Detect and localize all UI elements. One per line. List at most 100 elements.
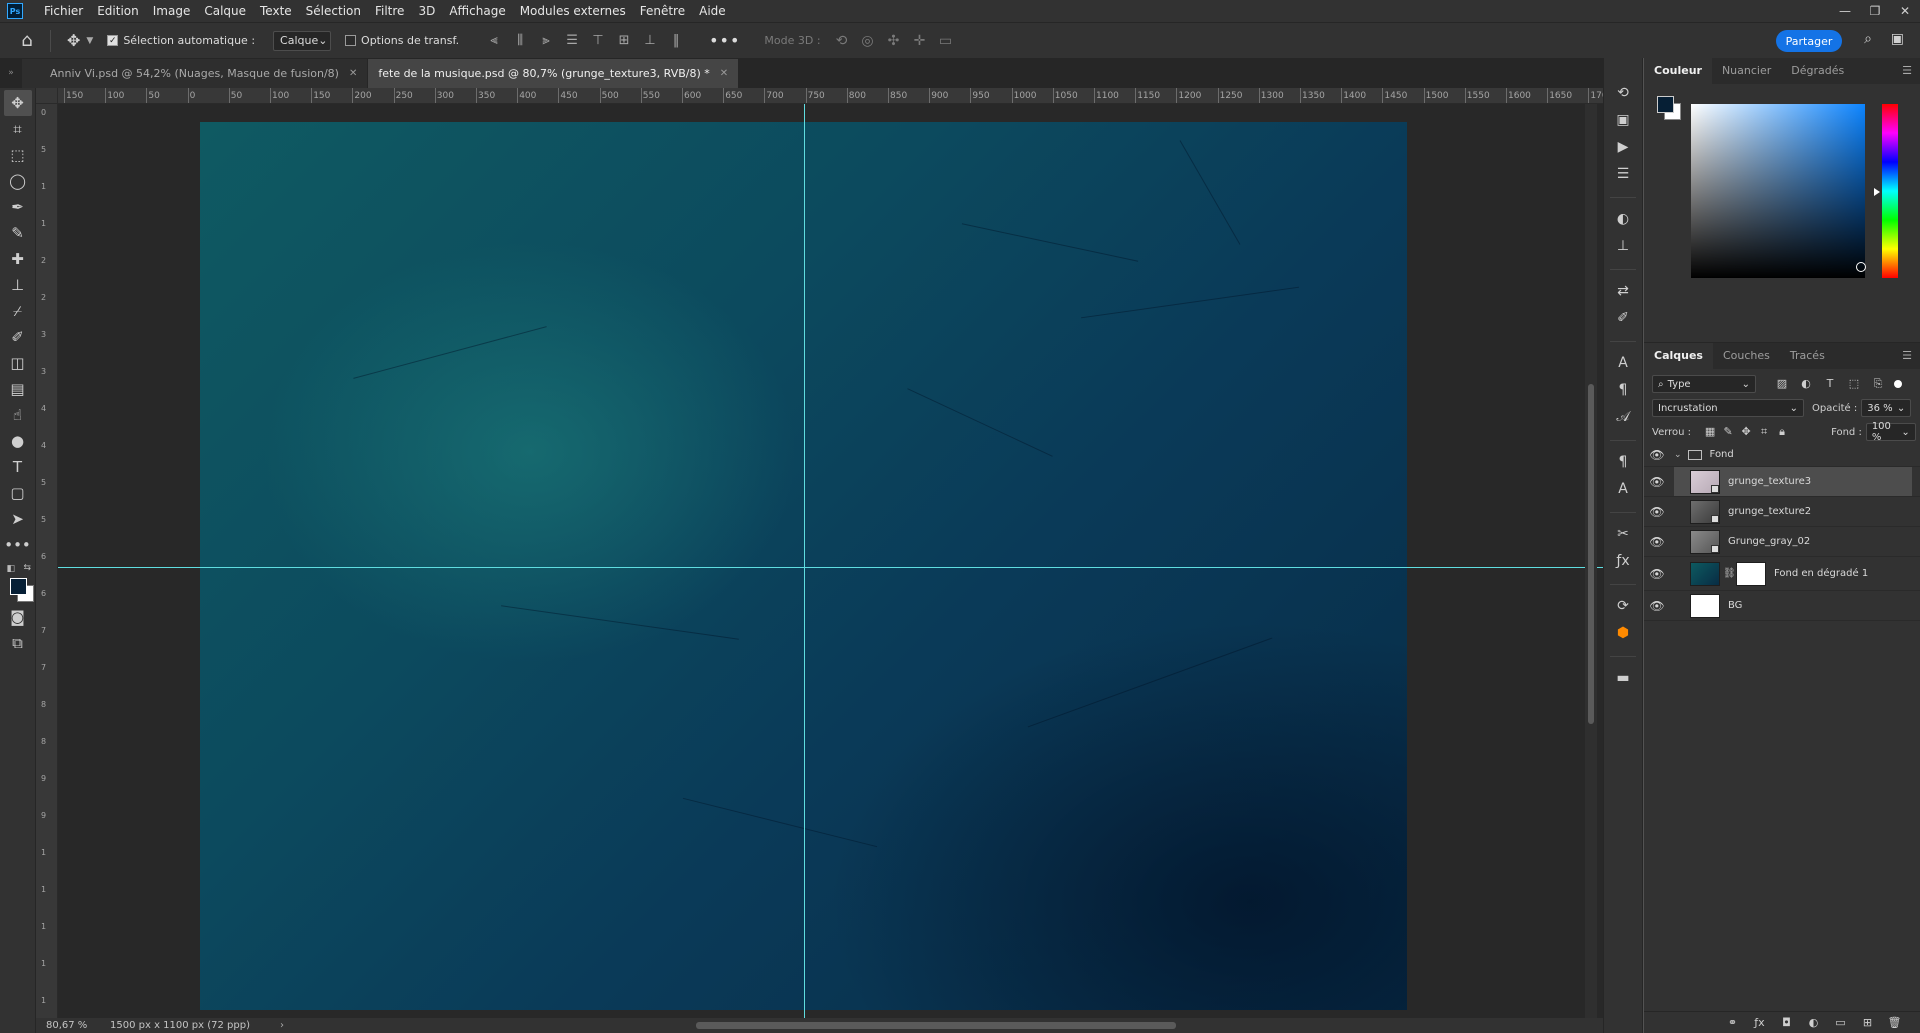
status-menu-arrow[interactable]: ›: [280, 1020, 284, 1031]
align-center-h-icon[interactable]: ⫼: [509, 30, 531, 52]
color-picker-marker[interactable]: [1856, 262, 1866, 272]
minimize-icon[interactable]: —: [1830, 0, 1860, 22]
layer-mask-thumbnail[interactable]: [1736, 561, 1766, 586]
quick-selection-tool-icon[interactable]: ✎: [4, 220, 32, 246]
tools-scissors-icon[interactable]: ✂: [1609, 521, 1637, 547]
new-group-icon[interactable]: ▭: [1827, 1016, 1854, 1029]
layer-thumbnail[interactable]: [1690, 529, 1720, 554]
menu-3d[interactable]: 3D: [411, 0, 442, 22]
adjustments-sliders-icon[interactable]: ☰: [1609, 161, 1637, 187]
filter-pixel-icon[interactable]: ▨: [1770, 377, 1794, 391]
layer-row-body[interactable]: Grunge_gray_02: [1674, 527, 1912, 556]
horizontal-scrollbar-thumb[interactable]: [696, 1022, 1176, 1029]
scrollbar-thumb[interactable]: [1588, 384, 1594, 724]
swap-colors-icon[interactable]: ⇆: [24, 563, 32, 573]
path-selection-tool-icon[interactable]: ➤: [4, 506, 32, 532]
move-tool-icon[interactable]: ✥: [67, 31, 80, 50]
eye-icon[interactable]: 👁︎: [1644, 599, 1670, 613]
foreground-color[interactable]: [1657, 96, 1674, 113]
adjustment-layer-icon[interactable]: ◐: [1800, 1016, 1827, 1029]
lock-all-icon[interactable]: 🔒︎: [1773, 425, 1791, 439]
menu-fenetre[interactable]: Fenêtre: [633, 0, 692, 22]
quick-mask-icon[interactable]: ◙: [4, 604, 32, 630]
gradient-tool-icon[interactable]: ▤: [4, 376, 32, 402]
history-icon[interactable]: ⟲: [1609, 80, 1637, 106]
layer-row-body[interactable]: grunge_texture3: [1674, 467, 1912, 496]
color-wheel-icon[interactable]: ◐: [1609, 206, 1637, 232]
layer-bg[interactable]: 👁︎ BG: [1644, 591, 1920, 621]
blend-mode-dropdown[interactable]: Incrustation ⌄: [1652, 399, 1804, 417]
eye-icon[interactable]: 👁︎: [1644, 567, 1670, 581]
fx-icon[interactable]: ƒx: [1609, 548, 1637, 574]
orbit-3d-icon[interactable]: ⟲: [829, 33, 855, 49]
checkbox-unchecked-icon[interactable]: [345, 35, 357, 46]
lasso-tool-icon[interactable]: ◯: [4, 168, 32, 194]
screen-mode-icon[interactable]: ⧉: [4, 630, 32, 656]
align-middle-v-icon[interactable]: ⊞: [613, 30, 635, 52]
tab-traces[interactable]: Tracés: [1780, 343, 1835, 369]
fill-input[interactable]: 100 % ⌄: [1865, 421, 1916, 443]
link-icon[interactable]: ⛓︎: [1723, 568, 1736, 579]
default-colors-icon[interactable]: ◧: [7, 564, 16, 574]
libraries-icon[interactable]: ▣: [1609, 107, 1637, 133]
link-layers-icon[interactable]: ⚭: [1719, 1016, 1746, 1029]
plugin-cube-icon[interactable]: ⬢: [1609, 620, 1637, 646]
filter-shape-icon[interactable]: ⬚: [1842, 377, 1866, 391]
layer-row-body[interactable]: grunge_texture2: [1674, 497, 1912, 526]
brush-settings-icon[interactable]: ✐: [1609, 305, 1637, 331]
paragraph-icon[interactable]: ¶: [1609, 377, 1637, 403]
character-styles-icon[interactable]: A: [1609, 476, 1637, 502]
layer-row-body[interactable]: ⛓︎ Fond en dégradé 1: [1674, 557, 1912, 590]
paragraph-styles-icon[interactable]: ¶: [1609, 449, 1637, 475]
search-icon[interactable]: ⌕: [1864, 31, 1872, 47]
trash-icon[interactable]: 🗑︎: [1881, 1016, 1908, 1029]
auto-select-dropdown[interactable]: Calque ⌄: [273, 30, 332, 51]
character-icon[interactable]: A: [1609, 350, 1637, 376]
canvas-area[interactable]: [58, 104, 1631, 1018]
layer-row-body[interactable]: BG: [1674, 591, 1912, 620]
menu-texte[interactable]: Texte: [253, 0, 299, 22]
align-top-icon[interactable]: ⊤: [587, 30, 609, 52]
scale-3d-icon[interactable]: ▭: [933, 33, 959, 49]
brush-tool-icon[interactable]: ✐: [4, 324, 32, 350]
panel-menu-icon[interactable]: ☰: [1902, 349, 1912, 362]
dodge-tool-icon[interactable]: ●: [4, 428, 32, 454]
menu-image[interactable]: Image: [146, 0, 198, 22]
color-swatches[interactable]: ◧ ⇆: [3, 562, 34, 604]
vertical-guide[interactable]: [804, 104, 805, 1018]
tab-calques[interactable]: Calques: [1644, 343, 1713, 369]
home-icon[interactable]: ⌂: [14, 30, 40, 51]
actions-play-icon[interactable]: ▶: [1609, 134, 1637, 160]
chevron-down-icon[interactable]: ▼: [86, 36, 93, 46]
crop-tool-icon[interactable]: ⌗: [4, 116, 32, 142]
menu-selection[interactable]: Sélection: [299, 0, 368, 22]
eyedropper-tool-icon[interactable]: ⌿: [4, 298, 32, 324]
eraser-tool-icon[interactable]: ◫: [4, 350, 32, 376]
menu-edition[interactable]: Edition: [90, 0, 146, 22]
smudge-tool-icon[interactable]: ☝: [4, 402, 32, 428]
chevron-down-icon[interactable]: ⌄: [1674, 450, 1682, 460]
horizontal-guide[interactable]: [58, 567, 1631, 568]
fx-icon[interactable]: ƒx: [1746, 1016, 1773, 1029]
slide-3d-icon[interactable]: ✛: [907, 33, 933, 49]
stamp-source-icon[interactable]: ⊥: [1609, 233, 1637, 259]
hue-slider[interactable]: [1882, 104, 1898, 278]
align-bottom-icon[interactable]: ⊥: [639, 30, 661, 52]
layer-thumbnail[interactable]: [1690, 469, 1720, 494]
foreground-color[interactable]: [9, 578, 27, 595]
type-tool-icon[interactable]: T: [4, 454, 32, 480]
layer-thumbnail[interactable]: [1690, 561, 1720, 586]
new-layer-icon[interactable]: ⊞: [1854, 1016, 1881, 1029]
vertical-scrollbar[interactable]: [1585, 104, 1597, 1018]
ruler-corner[interactable]: [36, 88, 58, 104]
restore-icon[interactable]: ❐: [1860, 0, 1890, 22]
3d-materials-icon[interactable]: ⟳: [1609, 593, 1637, 619]
tab-fete-musique[interactable]: fete de la musique.psd @ 80,7% (grunge_t…: [368, 59, 739, 88]
learn-icon[interactable]: ▬: [1609, 665, 1637, 691]
move-tool-icon[interactable]: ✥: [3, 90, 32, 116]
more-options-icon[interactable]: •••: [709, 31, 740, 50]
layer-group-fond[interactable]: 👁︎ ⌄ Fond: [1644, 443, 1920, 467]
share-button[interactable]: Partager: [1776, 30, 1842, 52]
layer-grunge-texture3[interactable]: 👁︎ grunge_texture3: [1644, 467, 1920, 497]
layer-thumbnail[interactable]: [1690, 499, 1720, 524]
